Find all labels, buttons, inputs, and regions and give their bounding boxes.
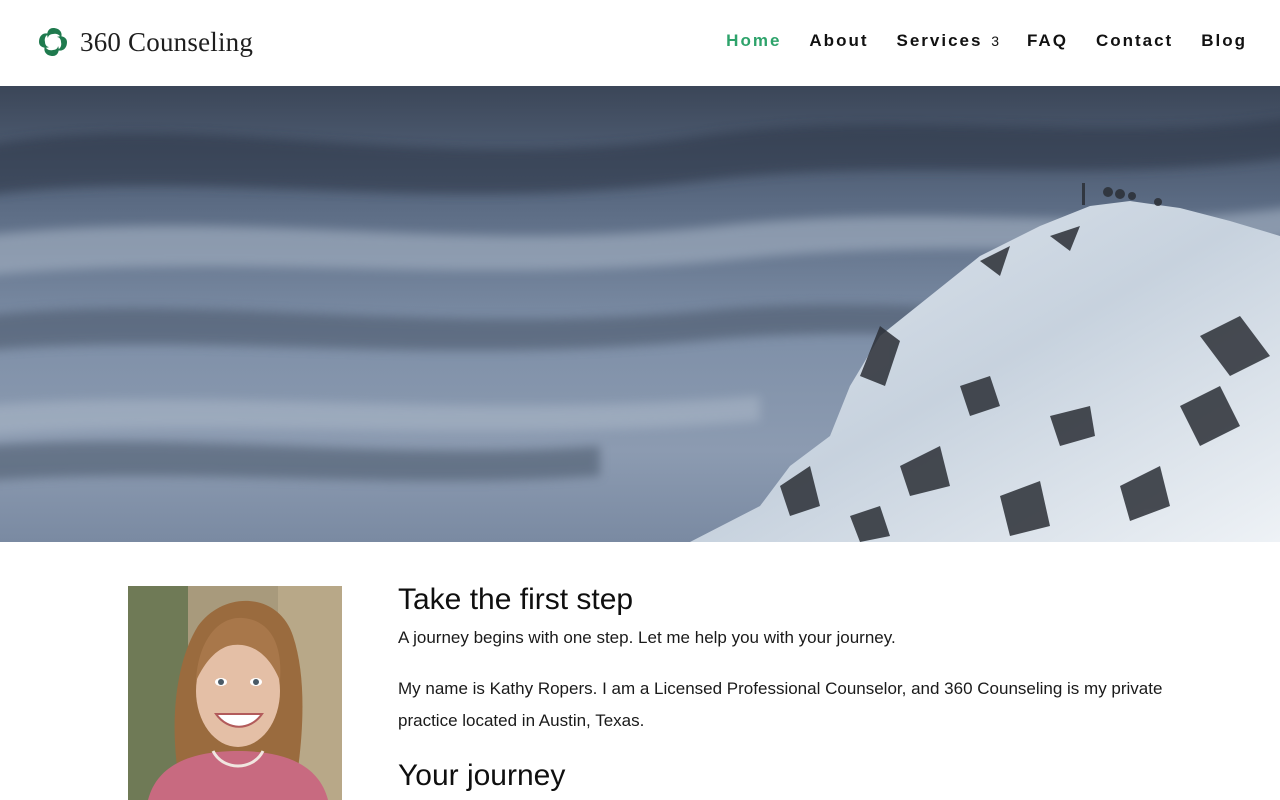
swirl-logo-icon	[39, 28, 67, 56]
brand-name: 360 Counseling	[80, 26, 254, 57]
intro-text: Take the first step A journey begins wit…	[398, 580, 1188, 796]
nav-services[interactable]: Services 3	[897, 31, 999, 51]
portrait-photo	[128, 586, 342, 800]
hero-image	[0, 86, 1280, 542]
journey-heading: Your journey	[398, 759, 566, 792]
mountain-landscape-image	[0, 86, 1280, 542]
intro-heading: Take the first step	[398, 583, 634, 616]
nav-blog[interactable]: Blog	[1201, 31, 1247, 51]
chevron-down-icon: 3	[991, 33, 999, 49]
nav-contact[interactable]: Contact	[1096, 31, 1173, 51]
site-logo[interactable]: 360 Counseling	[36, 22, 253, 62]
intro-paragraph: My name is Kathy Ropers. I am a Licensed…	[398, 679, 1163, 730]
counselor-portrait	[128, 586, 342, 800]
intro-section: Take the first step A journey begins wit…	[0, 542, 1280, 800]
intro-tagline: A journey begins with one step. Let me h…	[398, 628, 896, 647]
nav-about[interactable]: About	[809, 31, 868, 51]
nav-faq[interactable]: FAQ	[1027, 31, 1068, 51]
site-header: 360 Counseling Home About Services 3 FAQ…	[0, 0, 1280, 86]
nav-home[interactable]: Home	[726, 31, 781, 51]
nav-services-label: Services	[896, 31, 983, 50]
main-nav: Home About Services 3 FAQ Contact Blog	[698, 31, 1247, 51]
